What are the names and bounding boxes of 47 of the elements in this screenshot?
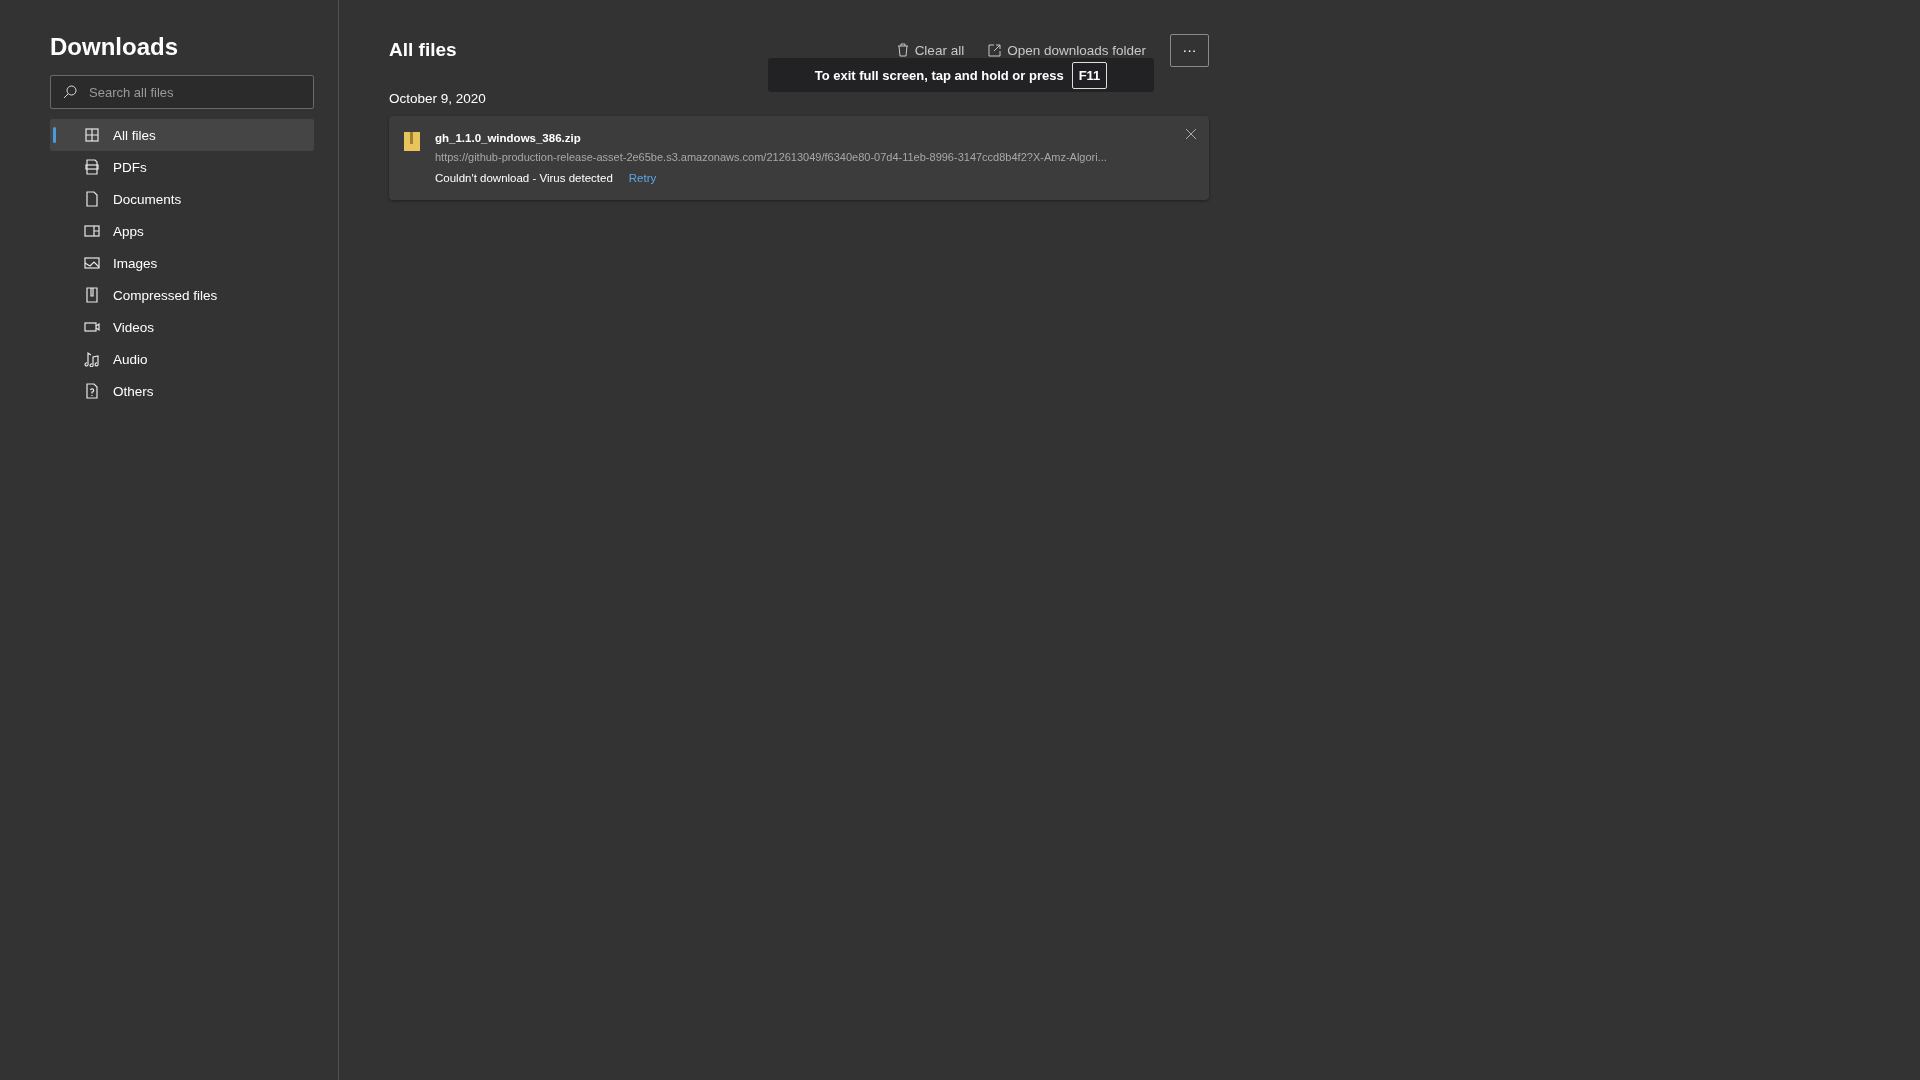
image-icon: [84, 255, 100, 271]
zip-folder-icon: [403, 130, 421, 152]
sidebar-item[interactable]: PDFs: [50, 151, 314, 183]
search-field[interactable]: Search all files: [50, 75, 314, 109]
sidebar-item-label: Apps: [113, 223, 144, 239]
sidebar-item[interactable]: Documents: [50, 183, 314, 215]
open-folder-button[interactable]: Open downloads folder: [988, 42, 1146, 58]
download-url: https://github-production-release-asset-2e65be.s3.amazonaws.com/212613049/f6340e80-07d4-11eb-8996-3147ccd8b4f2?X-Amz-Algori...: [435, 151, 1108, 163]
close-icon[interactable]: [1185, 128, 1197, 140]
sidebar-item[interactable]: Images: [50, 247, 314, 279]
trash-icon: [896, 43, 909, 57]
grid-icon: [84, 127, 100, 143]
sidebar-item[interactable]: All files: [50, 119, 314, 151]
audio-icon: [84, 351, 100, 367]
page-title: All files: [389, 39, 458, 61]
sidebar-item-label: Audio: [113, 351, 148, 367]
retry-link[interactable]: Retry: [628, 172, 657, 184]
file-name: gh_1.1.0_windows_386.zip: [435, 132, 581, 144]
sidebar-item-label: PDFs: [113, 159, 147, 175]
sidebar-item-label: Images: [113, 255, 158, 271]
search-input[interactable]: Search all files: [87, 83, 291, 101]
sidebar-item[interactable]: Others: [50, 375, 314, 407]
sidebar-item-label: Documents: [113, 191, 182, 207]
sidebar-item[interactable]: Apps: [50, 215, 314, 247]
apps-icon: [84, 223, 100, 239]
sidebar-item-label: Videos: [113, 319, 155, 335]
download-status: Couldn't download - Virus detected: [435, 172, 613, 184]
selection-indicator: [53, 127, 56, 143]
search-icon: [63, 85, 77, 99]
doc-icon: [84, 191, 100, 207]
pdf-icon: [84, 159, 100, 175]
date-heading: October 9, 2020: [389, 91, 487, 106]
sidebar-title: Downloads: [50, 33, 179, 61]
more-button[interactable]: ···: [1170, 33, 1209, 67]
sidebar-item-label: Others: [113, 383, 154, 399]
sidebar-item[interactable]: Audio: [50, 343, 314, 375]
sidebar-item-label: All files: [113, 127, 156, 143]
other-icon: [84, 383, 100, 399]
sidebar-item-label: Compressed files: [113, 287, 218, 303]
video-icon: [84, 319, 100, 335]
key-badge: F11: [1071, 61, 1108, 89]
sidebar-item[interactable]: Compressed files: [50, 279, 314, 311]
clear-all-button[interactable]: Clear all: [896, 42, 965, 58]
external-link-icon: [988, 43, 1002, 57]
sidebar-item[interactable]: Videos: [50, 311, 314, 343]
toast-message: To exit full screen, tap and hold or press: [814, 67, 1064, 83]
zip-icon: [84, 287, 100, 303]
